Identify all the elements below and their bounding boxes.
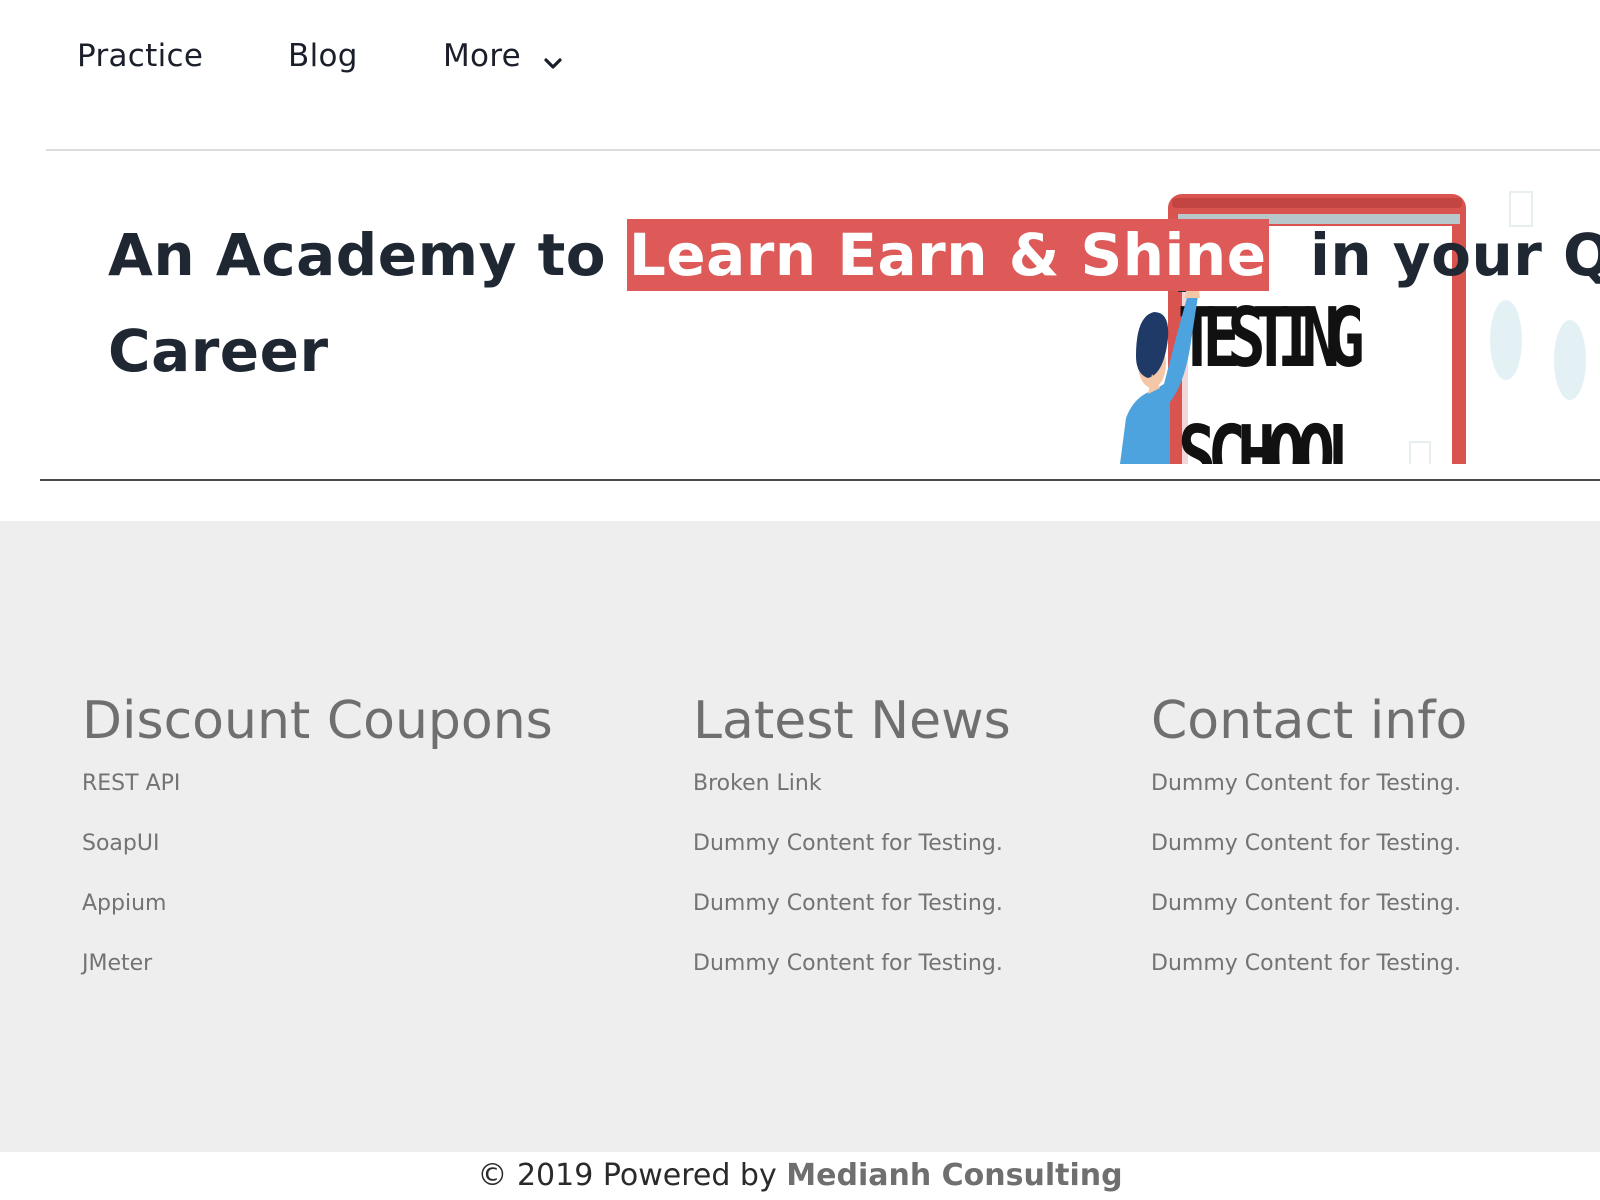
copyright-bar: © 2019 Powered by Medianh Consulting	[0, 1152, 1600, 1200]
list-item: Dummy Content for Testing.	[693, 951, 1011, 1011]
footer-link[interactable]: Appium	[82, 891, 166, 916]
hero-heading-prefix: An Academy to	[108, 221, 627, 289]
sign-line-school: SCHOOL	[1178, 409, 1365, 464]
footer-link[interactable]: REST API	[82, 771, 180, 796]
footer-link[interactable]: SoapUI	[82, 831, 159, 856]
footer-link[interactable]: JMeter	[82, 951, 152, 976]
copyright-brand-link[interactable]: Medianh Consulting	[786, 1158, 1122, 1193]
list-item: Dummy Content for Testing.	[1151, 891, 1467, 951]
nav-divider	[46, 149, 1600, 151]
hero-heading-suffix: in your QA	[1309, 221, 1600, 289]
footer-list-contact-info: Dummy Content for Testing. Dummy Content…	[1151, 771, 1467, 1011]
top-navigation: Practice Blog More	[0, 0, 1600, 120]
footer-column-latest-news: Latest News Broken Link Dummy Content fo…	[693, 691, 1011, 1011]
footer-column-contact-info: Contact info Dummy Content for Testing. …	[1151, 691, 1467, 1011]
footer-link[interactable]: Dummy Content for Testing.	[693, 891, 1003, 916]
footer-list-discount-coupons: REST API SoapUI Appium JMeter	[82, 771, 553, 1011]
nav-item-blog[interactable]: Blog	[288, 38, 358, 74]
list-item: Dummy Content for Testing.	[1151, 831, 1467, 891]
list-item: Dummy Content for Testing.	[693, 891, 1011, 951]
list-item: REST API	[82, 771, 553, 831]
footer-heading-contact-info: Contact info	[1151, 691, 1468, 751]
footer-link[interactable]: Dummy Content for Testing.	[1151, 771, 1461, 796]
copyright-text: © 2019 Powered by	[477, 1158, 787, 1193]
footer-link[interactable]: Broken Link	[693, 771, 822, 796]
nav-item-practice[interactable]: Practice	[77, 38, 203, 74]
list-item: Dummy Content for Testing.	[1151, 951, 1467, 1011]
footer-link[interactable]: Dummy Content for Testing.	[1151, 891, 1461, 916]
footer-heading-latest-news: Latest News	[693, 691, 1011, 751]
chevron-down-icon	[543, 46, 563, 69]
footer-heading-discount-coupons: Discount Coupons	[82, 691, 553, 751]
footer-link[interactable]: Dummy Content for Testing.	[1151, 831, 1461, 856]
list-item: Dummy Content for Testing.	[693, 831, 1011, 891]
list-item: Appium	[82, 891, 553, 951]
footer-list-latest-news: Broken Link Dummy Content for Testing. D…	[693, 771, 1011, 1011]
hero-heading: An Academy to Learn Earn & Shine in your…	[108, 207, 1600, 399]
footer-link[interactable]: Dummy Content for Testing.	[693, 951, 1003, 976]
hero-heading-line-1: An Academy to Learn Earn & Shine in your…	[108, 207, 1600, 303]
list-item: SoapUI	[82, 831, 553, 891]
list-item: Broken Link	[693, 771, 1011, 831]
footer-column-discount-coupons: Discount Coupons REST API SoapUI Appium …	[82, 691, 553, 1011]
list-item: Dummy Content for Testing.	[1151, 771, 1467, 831]
footer-link[interactable]: Dummy Content for Testing.	[1151, 951, 1461, 976]
footer-link[interactable]: Dummy Content for Testing.	[693, 831, 1003, 856]
nav-item-more[interactable]: More	[443, 38, 563, 74]
site-footer: Discount Coupons REST API SoapUI Appium …	[0, 521, 1600, 1152]
hero-heading-highlight: Learn Earn & Shine	[626, 219, 1269, 291]
nav-item-more-label: More	[443, 38, 522, 74]
hero-divider	[40, 479, 1600, 481]
hero-heading-line-2: Career	[108, 317, 329, 385]
list-item: JMeter	[82, 951, 553, 1011]
